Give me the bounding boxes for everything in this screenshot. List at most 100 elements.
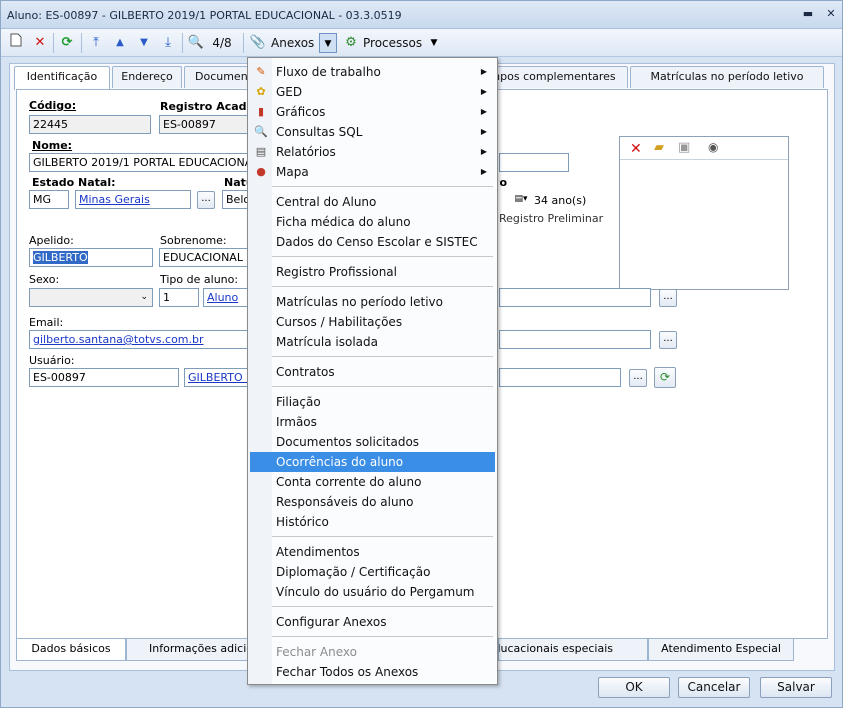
usuario-link[interactable]: GILBERTO 2019/1 PORTAL EDUCACIONAL <box>184 368 249 387</box>
save-button[interactable]: Salvar <box>760 677 832 698</box>
menu-item-filiacao[interactable]: Filiação <box>250 392 495 412</box>
remove-photo-icon[interactable]: ✕ <box>630 141 642 157</box>
email-lookup-button[interactable]: ... <box>659 331 677 349</box>
menu-item-central-aluno[interactable]: Central do Aluno <box>250 192 495 212</box>
estado-natal-link[interactable]: Minas Gerais <box>75 190 191 209</box>
email-field[interactable]: gilberto.santana@totvs.com.br <box>29 330 249 349</box>
menu-item-mapa[interactable]: ● Mapa ▶ <box>250 162 495 182</box>
estado-natal-code[interactable]: MG <box>29 190 69 209</box>
tab-identificacao[interactable]: Identificação <box>14 66 110 90</box>
menu-item-conta-corrente[interactable]: Conta corrente do aluno <box>250 472 495 492</box>
menu-item-configurar-anexos[interactable]: Configurar Anexos <box>250 612 495 632</box>
chevron-down-icon: ⌄ <box>140 292 148 302</box>
naturalidade-label: Naturalidade: <box>224 176 249 189</box>
menu-item-matricula-isolada[interactable]: Matrícula isolada <box>250 332 495 352</box>
menu-item-ficha-medica[interactable]: Ficha médica do aluno <box>250 212 495 232</box>
anexos-button[interactable]: Anexos <box>271 33 317 53</box>
menu-item-diplomacao[interactable]: Diplomação / Certificação <box>250 562 495 582</box>
tab-endereco[interactable]: Endereço <box>112 66 182 88</box>
usuario-label: Usuário: <box>29 354 75 367</box>
menu-item-atendimentos[interactable]: Atendimentos <box>250 542 495 562</box>
save-photo-icon[interactable]: ▣ <box>678 140 690 155</box>
open-folder-icon[interactable]: ▰ <box>654 140 664 155</box>
tab-documentos[interactable]: Documentos <box>184 66 254 88</box>
menu-item-historico[interactable]: Histórico <box>250 512 495 532</box>
anexos-dropdown-icon[interactable]: ▼ <box>319 33 337 53</box>
email-label: Email: <box>29 316 64 329</box>
title-bar: Aluno: ES-00897 - GILBERTO 2019/1 PORTAL… <box>1 1 842 29</box>
last-record-icon[interactable]: ⤓ <box>159 33 177 53</box>
email-field-right[interactable] <box>499 330 651 349</box>
calendar-dropdown-icon[interactable]: ▤▾ <box>511 191 531 207</box>
menu-item-graficos[interactable]: ▮ Gráficos ▶ <box>250 102 495 122</box>
menu-item-fechar-anexo: Fechar Anexo <box>276 645 357 659</box>
record-position: 4/8 <box>212 36 232 50</box>
sexo-label: Sexo: <box>29 273 60 286</box>
first-record-icon[interactable]: ⤒ <box>87 33 105 53</box>
processos-dropdown-icon[interactable]: ▼ <box>427 33 441 53</box>
tab-atendimento-especial[interactable]: Atendimento Especial <box>648 639 794 661</box>
refresh-icon[interactable]: ⟳ <box>58 33 76 53</box>
menu-item-relatorios[interactable]: ▤ Relatórios ▶ <box>250 142 495 162</box>
apelido-field[interactable]: GILBERTO <box>29 248 153 267</box>
menu-item-registro-profissional[interactable]: Registro Profissional <box>250 262 495 282</box>
tipo-aluno-lookup-button[interactable]: ... <box>659 289 677 307</box>
menu-item-matriculas-periodo[interactable]: Matrículas no período letivo <box>250 292 495 312</box>
sobrenome-field[interactable]: EDUCACIONAL <box>159 248 249 267</box>
minimize-icon[interactable]: ▬ <box>801 7 815 21</box>
naturalidade-field[interactable]: Belo Horizonte <box>222 190 249 209</box>
search-icon[interactable]: 🔍 <box>187 33 205 53</box>
estado-natal-lookup-button[interactable]: ... <box>197 191 215 209</box>
menu-item-irmaos[interactable]: Irmãos <box>250 412 495 432</box>
tipo-aluno-label: Tipo de aluno: <box>160 273 239 286</box>
menu-item-contratos[interactable]: Contratos <box>250 362 495 382</box>
tab-necessidades-especiais[interactable]: Necessidades educacionais especiais <box>498 639 648 661</box>
menu-item-fechar-todos[interactable]: Fechar Todos os Anexos <box>250 662 495 682</box>
close-window-icon[interactable]: ✕ <box>824 7 838 21</box>
tab-dados-basicos[interactable]: Dados básicos <box>16 639 126 661</box>
tipo-aluno-code[interactable]: 1 <box>159 288 199 307</box>
menu-item-fluxo-trabalho[interactable]: ✎ Fluxo de trabalho ▶ <box>250 62 495 82</box>
workflow-icon: ✎ <box>256 65 266 78</box>
delete-record-icon[interactable]: ✕ <box>31 33 49 53</box>
menu-item-documentos-solicitados[interactable]: Documentos solicitados <box>250 432 495 452</box>
usuario-field[interactable]: ES-00897 <box>29 368 179 387</box>
tipo-aluno-link[interactable]: Aluno <box>203 288 249 307</box>
window-title: Aluno: ES-00897 - GILBERTO 2019/1 PORTAL… <box>7 9 402 22</box>
tab-matriculas-periodo[interactable]: Matrículas no período letivo <box>630 66 824 88</box>
menu-item-censo-escolar[interactable]: Dados do Censo Escolar e SISTEC <box>250 232 495 252</box>
nome-field-right[interactable] <box>499 153 569 172</box>
report-icon: ▤ <box>255 145 267 158</box>
anexos-menu: ✎ Fluxo de trabalho ▶ ✿ GED ▶ ▮ Gráficos ▶ 🔍 Co… <box>247 57 498 685</box>
next-record-icon[interactable]: ▼ <box>135 33 153 53</box>
nome-label: Nome: <box>32 139 73 152</box>
tipo-aluno-desc[interactable] <box>499 288 651 307</box>
menu-item-cursos-habilitacoes[interactable]: Cursos / Habilitações <box>250 312 495 332</box>
tab-informacoes-adicionais[interactable]: Informações adicionais <box>126 639 248 661</box>
usuario-lookup-button[interactable]: ... <box>629 369 647 387</box>
usuario-field-right[interactable] <box>499 368 621 387</box>
idade-text: 34 ano(s) <box>534 194 587 207</box>
new-record-icon[interactable] <box>7 33 25 53</box>
apelido-value: GILBERTO <box>33 251 88 264</box>
menu-item-ocorrencias-aluno[interactable]: Ocorrências do aluno <box>250 452 495 472</box>
cancel-button[interactable]: Cancelar <box>678 677 750 698</box>
nascimento-label: Data de nascimento: <box>499 176 507 189</box>
menu-item-responsaveis[interactable]: Responsáveis do aluno <box>250 492 495 512</box>
ok-button[interactable]: OK <box>598 677 670 698</box>
processos-button[interactable]: Processos <box>363 33 425 53</box>
webcam-icon[interactable]: ◉ <box>708 140 718 154</box>
menu-item-consultas-sql[interactable]: 🔍 Consultas SQL ▶ <box>250 122 495 142</box>
sexo-select[interactable]: ⌄ <box>29 288 153 307</box>
paperclip-icon: 📎 <box>249 35 267 50</box>
toolbar: ✕ ⟳ ⤒ ▲ ▼ ⤓ 🔍 4/8 📎 Anexos ▼ ⚙ Processos… <box>1 29 842 57</box>
previous-record-icon[interactable]: ▲ <box>111 33 129 53</box>
codigo-field[interactable]: 22445 <box>29 115 151 134</box>
menu-item-vinculo-pergamum[interactable]: Vínculo do usuário do Pergamum <box>250 582 495 602</box>
refresh-user-icon[interactable]: ⟳ <box>654 367 676 388</box>
photo-frame: ✕ ▰ ▣ ◉ <box>619 136 789 290</box>
nome-field[interactable]: GILBERTO 2019/1 PORTAL EDUCACIONAL <box>29 153 249 172</box>
registro-field[interactable]: ES-00897 <box>159 115 249 134</box>
menu-item-ged[interactable]: ✿ GED ▶ <box>250 82 495 102</box>
sobrenome-label: Sobrenome: <box>160 234 227 247</box>
